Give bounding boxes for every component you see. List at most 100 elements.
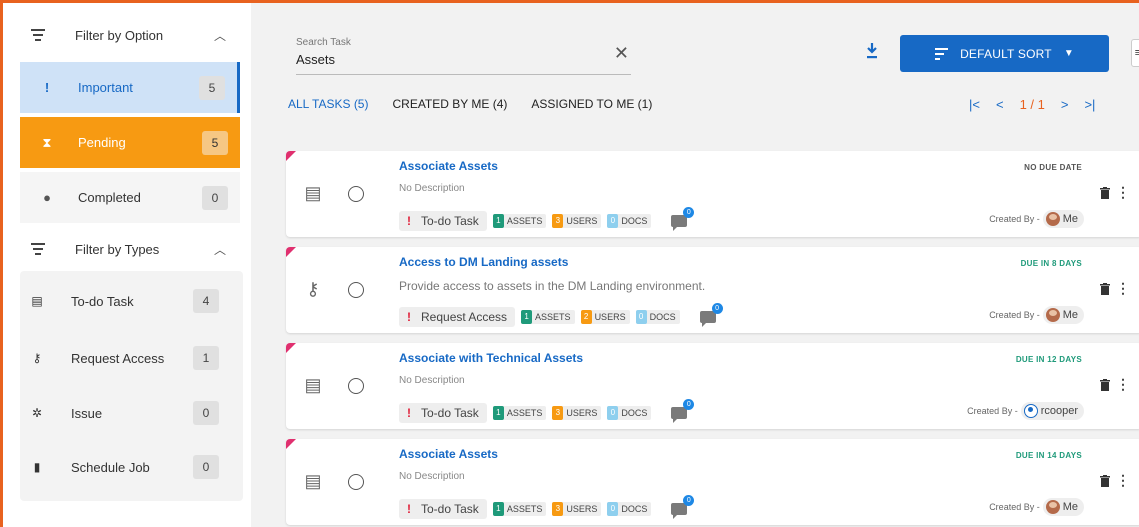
docs-chip[interactable]: 0 DOCS (607, 214, 652, 228)
docs-chip[interactable]: 0 DOCS (607, 406, 652, 420)
assets-chip[interactable]: 1 ASSETS (492, 502, 547, 516)
comment-count: 0 (683, 207, 695, 218)
count-badge: 5 (199, 76, 225, 100)
download-icon[interactable] (865, 41, 879, 61)
count-badge: 1 (193, 346, 219, 370)
chevron-up-icon[interactable]: ︿ (214, 241, 226, 258)
next-page-icon[interactable]: > (1061, 97, 1069, 112)
user-icon (1023, 404, 1038, 418)
task-card[interactable]: ▤ Associate Assets No Description ! To-do… (286, 151, 1139, 237)
comment-icon[interactable]: 0 (671, 207, 695, 231)
avatar (1045, 308, 1060, 322)
creator-chip: Me (1042, 306, 1084, 324)
more-vertical-icon[interactable]: ⋮ (1116, 280, 1130, 297)
complete-checkbox[interactable] (348, 474, 364, 490)
task-type: To-do Task (421, 502, 479, 516)
tab-created-by-me[interactable]: CREATED BY ME (4) (392, 97, 507, 111)
users-chip[interactable]: 2 USERS (580, 310, 630, 324)
trash-icon[interactable] (1100, 475, 1110, 487)
trash-icon[interactable] (1100, 283, 1110, 295)
search-task-field[interactable]: Search Task Assets ✕ (296, 33, 631, 75)
first-page-icon[interactable]: |< (969, 97, 980, 112)
task-description: No Description (399, 471, 465, 482)
more-vertical-icon[interactable]: ⋮ (1116, 184, 1130, 201)
filter-sidebar: Filter by Option ︿ ! Important 5 ⧗ Pendi… (3, 3, 251, 527)
users-chip[interactable]: 3 USERS (552, 502, 602, 516)
task-card[interactable]: ▤ Associate Assets No Description ! To-do… (286, 439, 1139, 525)
complete-checkbox[interactable] (348, 378, 364, 394)
last-page-icon[interactable]: >| (1084, 97, 1095, 112)
list-icon: ▤ (304, 375, 322, 395)
task-card[interactable]: ⚷ Access to DM Landing assets Provide ac… (286, 247, 1139, 333)
creator-chip: Me (1042, 210, 1084, 228)
prev-page-icon[interactable]: < (996, 97, 1004, 112)
complete-checkbox[interactable] (348, 282, 364, 298)
created-by: Created By - Me (989, 210, 1084, 228)
complete-checkbox[interactable] (348, 186, 364, 202)
search-input[interactable]: Assets (296, 52, 335, 67)
tab-all-tasks[interactable]: ALL TASKS (5) (288, 97, 368, 111)
comment-icon[interactable]: 0 (671, 495, 695, 519)
book-icon: ▮ (33, 460, 41, 474)
list-icon: ▤ (304, 471, 322, 491)
type-label: Request Access (71, 350, 165, 366)
task-title[interactable]: Associate Assets (399, 447, 498, 461)
task-main-panel: Search Task Assets ✕ DEFAULT SORT ▼ ≡ AL… (251, 3, 1139, 527)
priority-flag (286, 343, 296, 353)
type-issue[interactable]: ✲ Issue 0 (20, 385, 243, 441)
filter-by-types-title: Filter by Types (75, 241, 160, 257)
option-label: Completed (78, 190, 141, 205)
search-label: Search Task (296, 37, 351, 48)
created-by: Created By - Me (989, 306, 1084, 324)
task-title[interactable]: Access to DM Landing assets (399, 255, 568, 269)
task-title[interactable]: Associate with Technical Assets (399, 351, 583, 365)
type-todo-task[interactable]: ▤ To-do Task 4 (20, 273, 243, 329)
assets-chip[interactable]: 1 ASSETS (521, 310, 575, 324)
task-tabs: ALL TASKS (5) CREATED BY ME (4) ASSIGNED… (288, 97, 652, 111)
option-important[interactable]: ! Important 5 (20, 62, 240, 113)
more-vertical-icon[interactable]: ⋮ (1116, 472, 1130, 489)
comment-icon[interactable]: 0 (671, 399, 695, 423)
chevron-up-icon[interactable]: ︿ (214, 27, 226, 44)
task-card[interactable]: ▤ Associate with Technical Assets No Des… (286, 343, 1139, 429)
type-label: Schedule Job (71, 459, 150, 475)
due-date: DUE IN 14 DAYS (1015, 451, 1082, 460)
docs-chip[interactable]: 0 DOCS (607, 502, 652, 516)
task-description: No Description (399, 183, 465, 194)
assets-chip[interactable]: 1 ASSETS (492, 406, 547, 420)
filter-by-types-header[interactable]: Filter by Types ︿ (3, 227, 248, 271)
type-schedule-job[interactable]: ▮ Schedule Job 0 (20, 439, 243, 495)
created-by: Created By - Me (989, 498, 1084, 516)
sort-icon (935, 47, 949, 60)
due-date: DUE IN 12 DAYS (1015, 355, 1082, 364)
docs-chip[interactable]: 0 DOCS (635, 310, 680, 324)
filter-icon (30, 243, 46, 255)
creator-chip: Me (1042, 498, 1084, 516)
task-title[interactable]: Associate Assets (399, 159, 498, 173)
check-circle-icon: ● (43, 190, 51, 205)
task-type-pill: ! To-do Task (399, 499, 487, 519)
trash-icon[interactable] (1100, 379, 1110, 391)
list-icon: ▤ (304, 183, 322, 203)
users-chip[interactable]: 3 USERS (552, 214, 602, 228)
count-badge: 0 (193, 455, 219, 479)
task-type-pill: ! Request Access (399, 307, 516, 327)
tab-assigned-to-me[interactable]: ASSIGNED TO ME (1) (531, 97, 652, 111)
comment-count: 0 (683, 495, 695, 506)
default-sort-button[interactable]: DEFAULT SORT ▼ (900, 35, 1109, 72)
users-chip[interactable]: 3 USERS (552, 406, 602, 420)
option-completed[interactable]: ● Completed 0 (20, 172, 240, 223)
option-pending[interactable]: ⧗ Pending 5 (20, 117, 240, 168)
assets-chip[interactable]: 1 ASSETS (492, 214, 547, 228)
type-request-access[interactable]: ⚷ Request Access 1 (20, 330, 243, 386)
key-icon: ⚷ (32, 351, 42, 365)
trash-icon[interactable] (1100, 187, 1110, 199)
sort-label: DEFAULT SORT (960, 46, 1052, 61)
count-badge: 0 (202, 186, 228, 210)
close-icon[interactable]: ✕ (614, 43, 629, 64)
filter-by-option-header[interactable]: Filter by Option ︿ (3, 13, 248, 57)
task-type: To-do Task (421, 406, 479, 420)
comment-icon[interactable]: 0 (699, 303, 723, 327)
panel-toggle-icon[interactable]: ≡ (1131, 39, 1139, 67)
more-vertical-icon[interactable]: ⋮ (1116, 376, 1130, 393)
